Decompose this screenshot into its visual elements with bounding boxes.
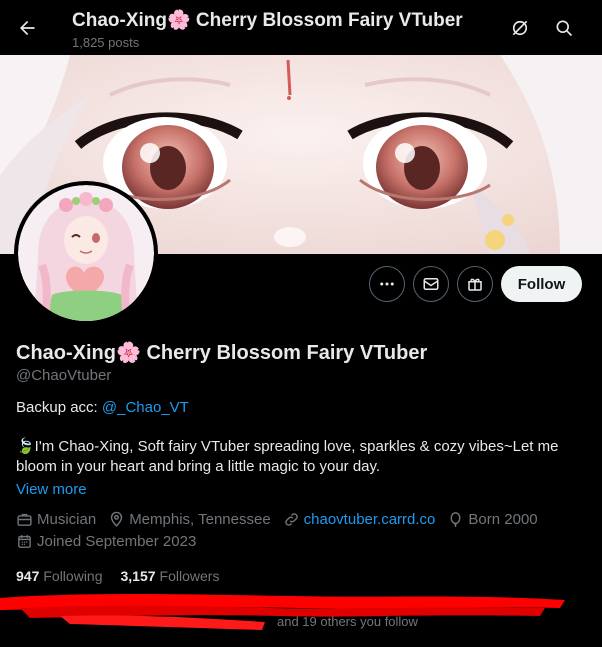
website-item: chaovtuber.carrd.co: [283, 511, 436, 528]
briefcase-icon: [17, 513, 32, 526]
user-handle: @ChaoVtuber: [16, 367, 112, 384]
subscribe-button[interactable]: [457, 266, 493, 302]
profile-meta: Musician Memphis, Tennessee chaovtuber.c…: [16, 511, 550, 528]
followers-count: 3,157: [120, 568, 156, 584]
location-pin-icon: [111, 511, 123, 527]
following-link[interactable]: 947 Following: [16, 568, 103, 584]
gift-icon: [468, 278, 482, 291]
backup-account-link[interactable]: @_Chao_VT: [102, 399, 189, 416]
back-button[interactable]: [10, 11, 44, 45]
balloon-icon: [450, 512, 461, 527]
link-icon: [284, 513, 298, 526]
view-more-link[interactable]: View more: [16, 481, 87, 498]
header-title: Chao-Xing🌸 Cherry Blossom Fairy VTuber: [72, 10, 463, 31]
born-label: Born 2000: [468, 511, 538, 528]
birthday-item: Born 2000: [447, 511, 538, 528]
search-button[interactable]: [548, 12, 580, 44]
followed-by-text: and 19 others you follow: [277, 614, 418, 629]
display-name: Chao-Xing🌸 Cherry Blossom Fairy VTuber: [16, 342, 428, 364]
category-label: Musician: [37, 511, 97, 528]
website-link[interactable]: chaovtuber.carrd.co: [304, 511, 436, 528]
grok-icon: [512, 20, 528, 36]
more-button[interactable]: [369, 266, 405, 302]
envelope-icon: [423, 278, 439, 290]
following-count: 947: [16, 568, 40, 584]
backup-label: Backup acc:: [16, 399, 102, 416]
follow-button[interactable]: Follow: [501, 266, 582, 302]
joined-label: Joined September 2023: [37, 533, 197, 550]
backup-account: Backup acc: @_Chao_VT: [16, 399, 189, 416]
avatar-image: [18, 185, 154, 321]
bio: 🍃I'm Chao-Xing, Soft fairy VTuber spread…: [16, 438, 559, 475]
arrow-left-icon: [20, 20, 35, 36]
location-item: Memphis, Tennessee: [108, 511, 271, 528]
followers-link[interactable]: 3,157 Followers: [121, 568, 220, 584]
followers-label: Followers: [159, 568, 220, 584]
avatar[interactable]: [14, 181, 158, 325]
category-item: Musician: [16, 511, 96, 528]
grok-button[interactable]: [504, 12, 536, 44]
post-count: 1,825 posts: [72, 35, 140, 50]
calendar-icon: [18, 535, 31, 548]
follow-stats: 947 Following 3,157 Followers: [16, 568, 237, 584]
joined-item: Joined September 2023: [16, 533, 196, 550]
following-label: Following: [43, 568, 103, 584]
joined-row: Joined September 2023: [16, 533, 208, 550]
search-icon: [556, 20, 573, 37]
more-icon: [380, 282, 394, 286]
profile-header: Chao-Xing🌸 Cherry Blossom Fairy VTuber 1…: [0, 0, 602, 55]
message-button[interactable]: [413, 266, 449, 302]
location-label: Memphis, Tennessee: [129, 511, 271, 528]
